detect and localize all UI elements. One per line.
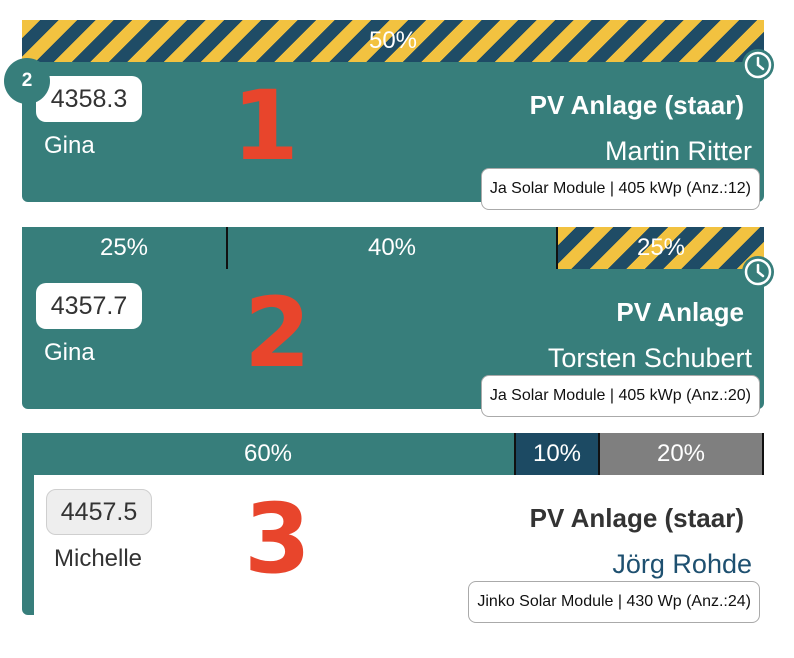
progress-bar: 50% (22, 20, 764, 62)
module-info: Ja Solar Module | 405 kWp (Anz.:20) (480, 375, 760, 417)
progress-label: 25% (636, 234, 686, 261)
order-id: 4358.3 (36, 76, 142, 122)
project-title: PV Anlage (616, 297, 744, 327)
progress-label: 10% (532, 440, 582, 467)
assignee-name: Gina (44, 132, 95, 159)
card-body[interactable]: 4358.3 Gina 1 PV Anlage (staar) Martin R… (22, 62, 764, 210)
progress-segment: 20% (600, 433, 764, 475)
assignee-name: Gina (44, 339, 95, 366)
clock-icon[interactable] (742, 49, 774, 81)
progress-bar: 25% 40% 25% (22, 227, 764, 269)
card-body[interactable]: 4357.7 Gina 2 PV Anlage Torsten Schubert… (22, 269, 764, 417)
module-info: Jinko Solar Module | 430 Wp (Anz.:24) (468, 581, 760, 623)
rank-number: 3 (244, 483, 311, 595)
rank-number: 2 (244, 277, 311, 389)
order-id: 4357.7 (36, 283, 142, 329)
card-body[interactable]: 4457.5 Michelle 3 PV Anlage (staar) Jörg… (22, 475, 764, 623)
progress-segment: 60% (22, 433, 516, 475)
rank-number: 1 (232, 70, 299, 182)
clock-icon[interactable] (742, 256, 774, 288)
order-id: 4457.5 (46, 489, 152, 535)
assignee-name: Michelle (54, 545, 143, 572)
progress-segment: 40% (228, 227, 558, 269)
customer-name: Torsten Schubert (547, 343, 752, 373)
customer-name: Jörg Rohde (612, 549, 752, 579)
progress-label: 40% (367, 234, 417, 261)
progress-label: 50% (368, 27, 418, 54)
progress-segment: 10% (516, 433, 600, 475)
progress-segment: 25% (558, 227, 764, 269)
count-badge: 2 (4, 58, 50, 104)
customer-name: Martin Ritter (604, 136, 752, 166)
progress-label: 25% (99, 234, 149, 261)
project-title: PV Anlage (staar) (529, 90, 744, 120)
module-info: Ja Solar Module | 405 kWp (Anz.:12) (480, 168, 760, 210)
progress-segment: 50% (22, 20, 764, 62)
progress-label: 20% (656, 440, 706, 467)
progress-label: 60% (243, 440, 293, 467)
progress-segment: 25% (22, 227, 228, 269)
project-title: PV Anlage (staar) (529, 503, 744, 533)
progress-bar: 60% 10% 20% (22, 433, 764, 475)
